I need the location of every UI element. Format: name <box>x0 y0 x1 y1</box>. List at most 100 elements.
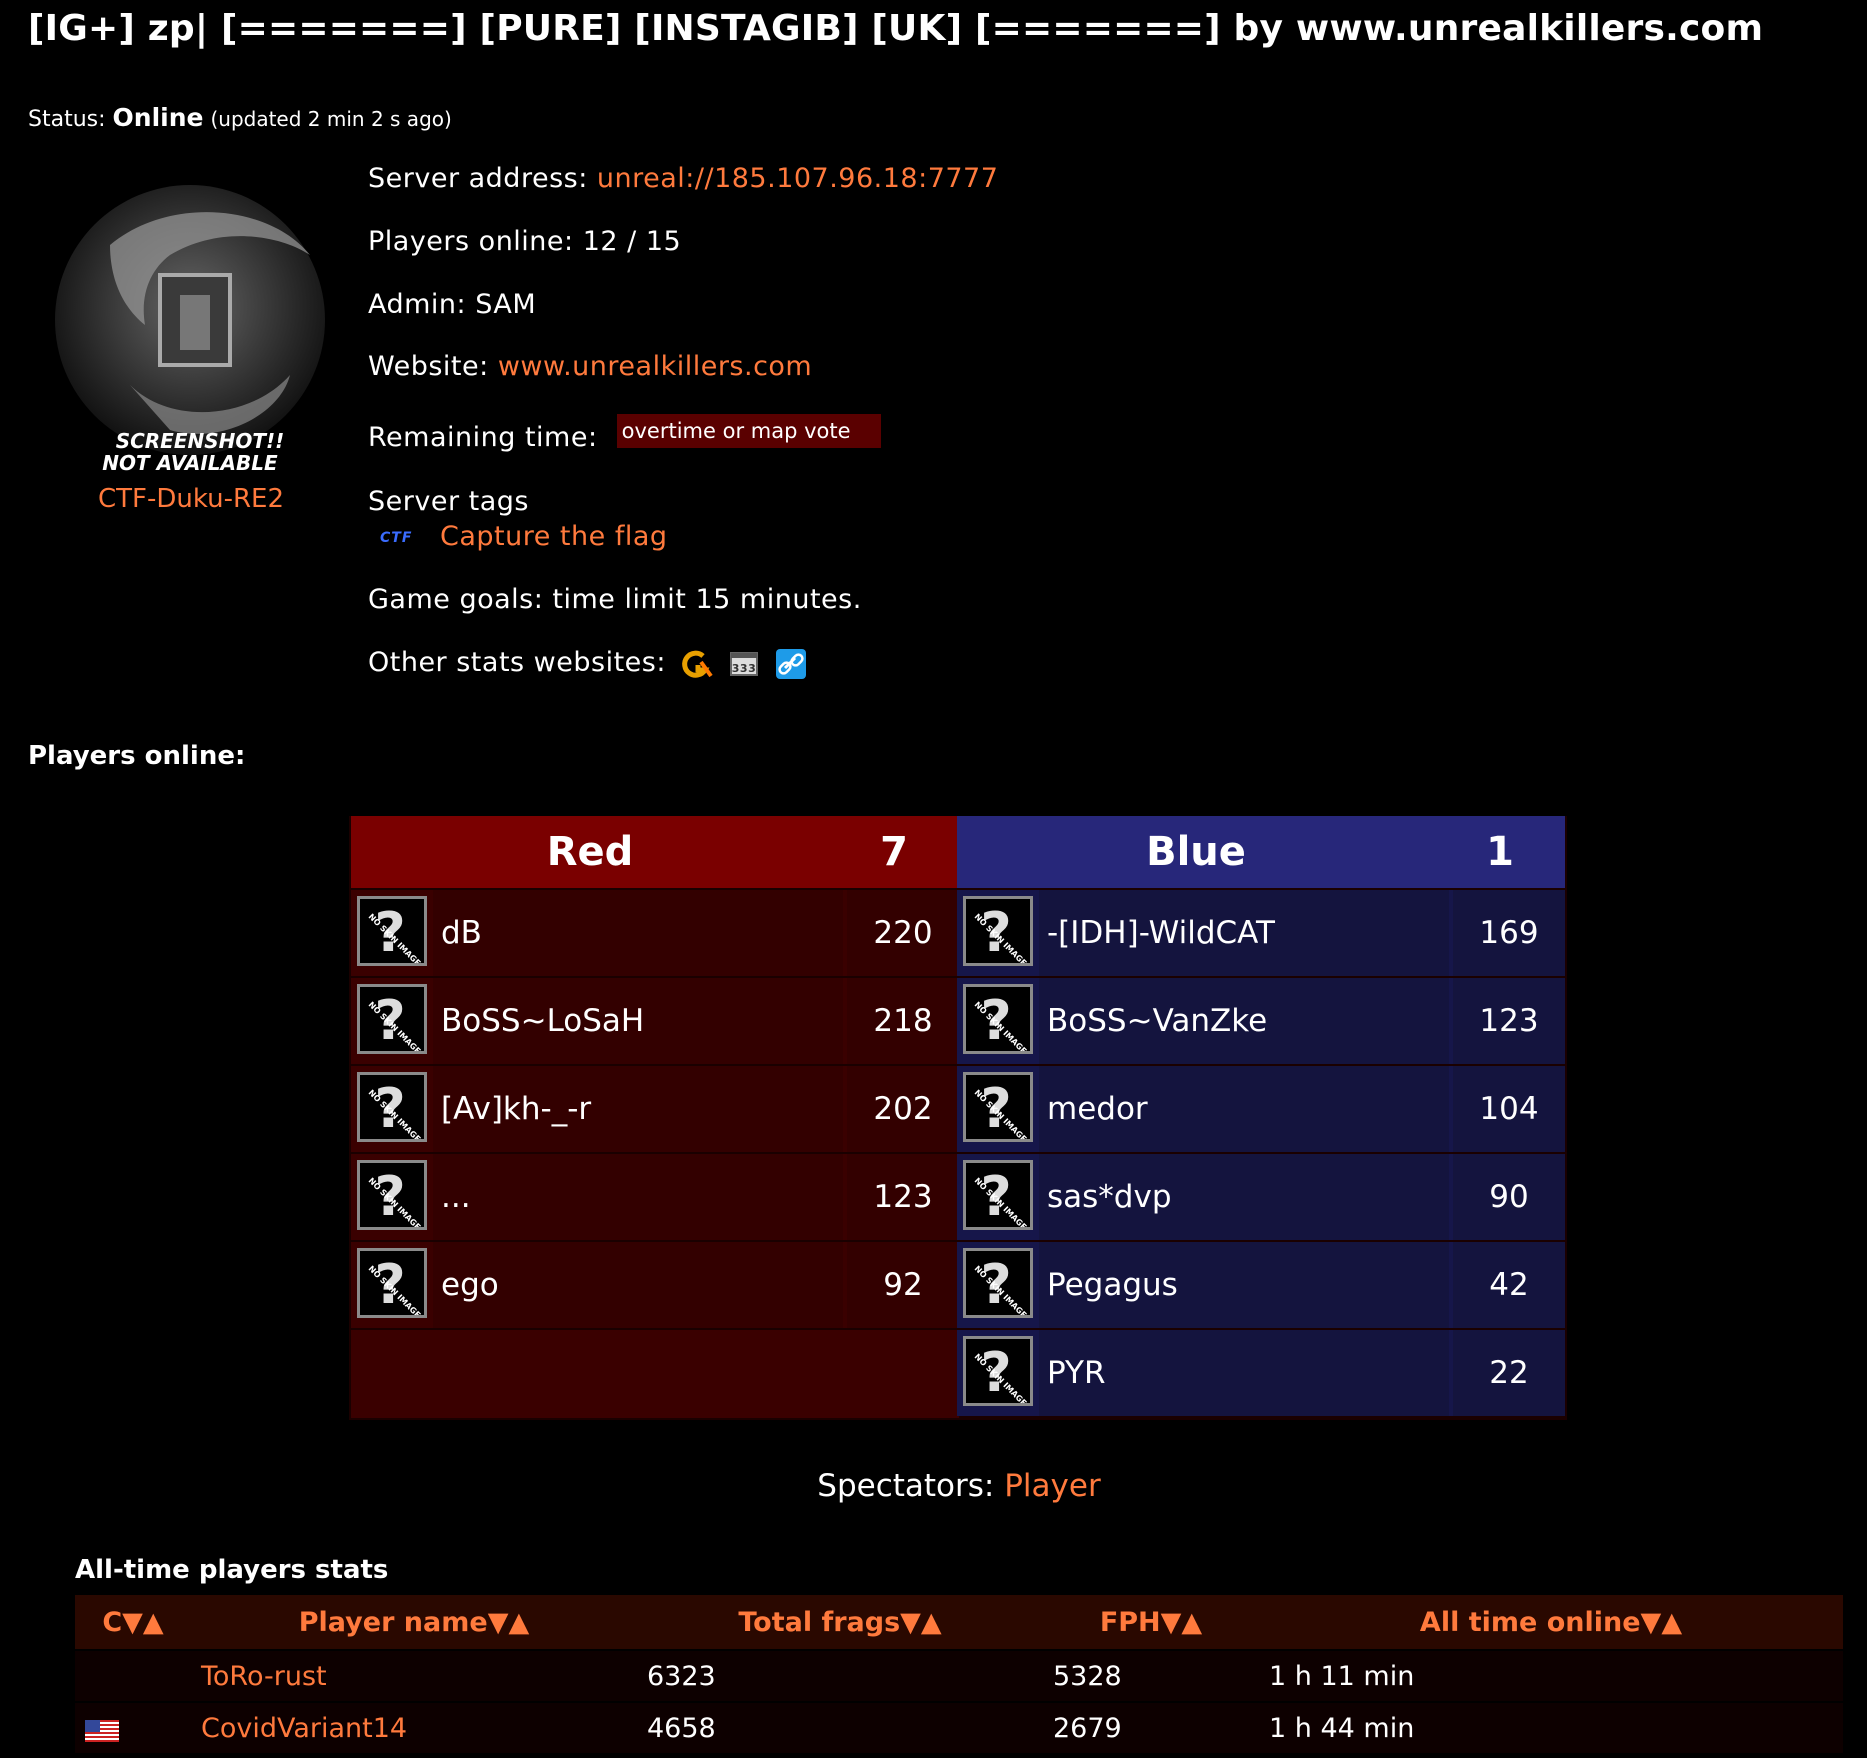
gametracker-icon[interactable] <box>681 648 713 680</box>
spectators-label: Spectators: <box>817 1468 995 1504</box>
admin-label: Admin: <box>368 289 467 320</box>
screenshot-text-2: NOT AVAILABLE <box>102 451 278 475</box>
player-name[interactable]: [Av]kh-_-r <box>433 1066 843 1152</box>
remaining-time-value: overtime or map vote <box>616 414 881 448</box>
player-name[interactable]: ... <box>433 1154 843 1240</box>
blue-player-row: ? NO SKIN IMAGE sas*dvp 90 <box>957 1154 1565 1240</box>
server-address-link[interactable]: unreal://185.107.96.18:7777 <box>597 163 999 194</box>
player-score: 92 <box>847 1242 959 1328</box>
red-team-empty-slot <box>351 1330 959 1418</box>
col-player-name-sort[interactable]: Player name▼▲ <box>191 1595 637 1650</box>
blue-team-name: Blue <box>1146 829 1246 875</box>
player-name[interactable]: ego <box>433 1242 843 1328</box>
player-name-link[interactable]: CovidVariant14 <box>191 1701 637 1753</box>
alltime-online: 1 h 11 min <box>1259 1649 1843 1702</box>
players-online-value: 12 / 15 <box>582 226 682 257</box>
blue-player-row: ? NO SKIN IMAGE medor 104 <box>957 1066 1565 1152</box>
blue-team-score: 1 <box>1486 829 1514 875</box>
fph: 2679 <box>1043 1701 1259 1753</box>
table-row: CovidVariant14 4658 2679 1 h 44 min <box>75 1701 1843 1753</box>
status-updated: (updated 2 min 2 s ago) <box>210 107 452 131</box>
table-row: ToRo-rust 6323 5328 1 h 11 min <box>75 1649 1843 1702</box>
server-address-line: Server address: unreal://185.107.96.18:7… <box>368 163 998 194</box>
col-country-sort[interactable]: C▼▲ <box>75 1595 191 1650</box>
player-score: 42 <box>1453 1242 1565 1328</box>
player-name[interactable]: sas*dvp <box>1039 1154 1449 1240</box>
alltime-online: 1 h 44 min <box>1259 1701 1843 1753</box>
red-team: Red 7 ? NO SKIN IMAGE dB 220 ? NO SKIN I… <box>351 816 959 1418</box>
spectator-player-link[interactable]: Player <box>1004 1468 1100 1504</box>
player-name[interactable]: PYR <box>1039 1330 1449 1416</box>
player-name[interactable]: -[IDH]-WildCAT <box>1039 890 1449 976</box>
admin-line: Admin: SAM <box>368 289 536 320</box>
player-score: 220 <box>847 890 959 976</box>
red-player-row: ? NO SKIN IMAGE ego 92 <box>351 1242 959 1328</box>
other-stats-line: Other stats websites: 333 <box>368 647 807 680</box>
red-team-header: Red 7 <box>351 816 959 888</box>
remaining-time-label: Remaining time: <box>368 422 598 453</box>
admin-value: SAM <box>475 289 537 320</box>
blue-team: Blue 1 ? NO SKIN IMAGE -[IDH]-WildCAT 16… <box>957 816 1565 1416</box>
no-skin-image-icon: ? NO SKIN IMAGE <box>963 896 1033 966</box>
no-skin-image-icon: ? NO SKIN IMAGE <box>963 1160 1033 1230</box>
website-line: Website: www.unrealkillers.com <box>368 351 812 382</box>
player-name-link[interactable]: ToRo-rust <box>191 1649 637 1702</box>
player-name[interactable]: BoSS~VanZke <box>1039 978 1449 1064</box>
blue-player-row: ? NO SKIN IMAGE BoSS~VanZke 123 <box>957 978 1565 1064</box>
other-stats-label: Other stats websites: <box>368 647 666 678</box>
ctf-tag-icon: CTF <box>380 529 413 546</box>
spectators-line: Spectators: Player <box>0 1468 1867 1504</box>
game-goals: Game goals: time limit 15 minutes. <box>368 584 862 615</box>
website-label: Website: <box>368 351 489 382</box>
blue-player-row: ? NO SKIN IMAGE Pegagus 42 <box>957 1242 1565 1328</box>
red-player-row: ? NO SKIN IMAGE dB 220 <box>351 890 959 976</box>
status-line: Status: Online (updated 2 min 2 s ago) <box>28 103 452 132</box>
col-alltime-online-sort[interactable]: All time online▼▲ <box>1259 1595 1843 1650</box>
total-frags: 6323 <box>637 1649 1043 1702</box>
players-online-line: Players online: 12 / 15 <box>368 226 681 257</box>
player-name[interactable]: BoSS~LoSaH <box>433 978 843 1064</box>
no-skin-image-icon: ? NO SKIN IMAGE <box>357 1248 427 1318</box>
col-total-frags-sort[interactable]: Total frags▼▲ <box>637 1595 1043 1650</box>
server-address-label: Server address: <box>368 163 588 194</box>
ctf-tag-link[interactable]: Capture the flag <box>440 521 668 552</box>
blue-player-row: ? NO SKIN IMAGE -[IDH]-WildCAT 169 <box>957 890 1565 976</box>
screenshot-text-1: SCREENSHOT!! <box>116 429 285 453</box>
player-name[interactable]: medor <box>1039 1066 1449 1152</box>
alltime-stats-heading: All-time players stats <box>75 1555 389 1585</box>
player-score: 169 <box>1453 890 1565 976</box>
map-name-link[interactable]: CTF-Duku-RE2 <box>98 484 284 514</box>
status-value: Online <box>112 103 204 132</box>
red-team-name: Red <box>546 829 634 875</box>
player-score: 202 <box>847 1066 959 1152</box>
player-score: 22 <box>1453 1330 1565 1416</box>
red-player-row: ? NO SKIN IMAGE ... 123 <box>351 1154 959 1240</box>
player-name[interactable]: Pegagus <box>1039 1242 1449 1328</box>
status-label: Status: <box>28 107 106 132</box>
stats-site-icon[interactable]: 333 <box>728 648 760 680</box>
website-link[interactable]: www.unrealkillers.com <box>498 351 812 382</box>
player-score: 218 <box>847 978 959 1064</box>
no-skin-image-icon: ? NO SKIN IMAGE <box>357 1160 427 1230</box>
country-cell <box>75 1701 191 1753</box>
no-skin-image-icon: ? NO SKIN IMAGE <box>963 1248 1033 1318</box>
remaining-time-line: Remaining time: overtime or map vote <box>368 414 881 456</box>
map-screenshot-placeholder: SCREENSHOT!! NOT AVAILABLE <box>50 185 350 485</box>
fph: 5328 <box>1043 1649 1259 1702</box>
server-tags-label: Server tags <box>368 486 529 517</box>
player-name[interactable]: dB <box>433 890 843 976</box>
server-tag-row: CTF Capture the flag <box>368 521 668 552</box>
players-online-heading: Players online: <box>28 741 246 771</box>
players-online-label: Players online: <box>368 226 574 257</box>
no-skin-image-icon: ? NO SKIN IMAGE <box>963 1072 1033 1142</box>
red-player-row: ? NO SKIN IMAGE [Av]kh-_-r 202 <box>351 1066 959 1152</box>
player-score: 90 <box>1453 1154 1565 1240</box>
col-fph-sort[interactable]: FPH▼▲ <box>1043 1595 1259 1650</box>
no-skin-image-icon: ? NO SKIN IMAGE <box>357 1072 427 1142</box>
no-skin-image-icon: ? NO SKIN IMAGE <box>357 984 427 1054</box>
no-skin-image-icon: ? NO SKIN IMAGE <box>963 1336 1033 1406</box>
stats-header-row: C▼▲ Player name▼▲ Total frags▼▲ FPH▼▲ Al… <box>75 1595 1843 1650</box>
player-score: 104 <box>1453 1066 1565 1152</box>
link-icon[interactable] <box>775 648 807 680</box>
total-frags: 4658 <box>637 1701 1043 1753</box>
